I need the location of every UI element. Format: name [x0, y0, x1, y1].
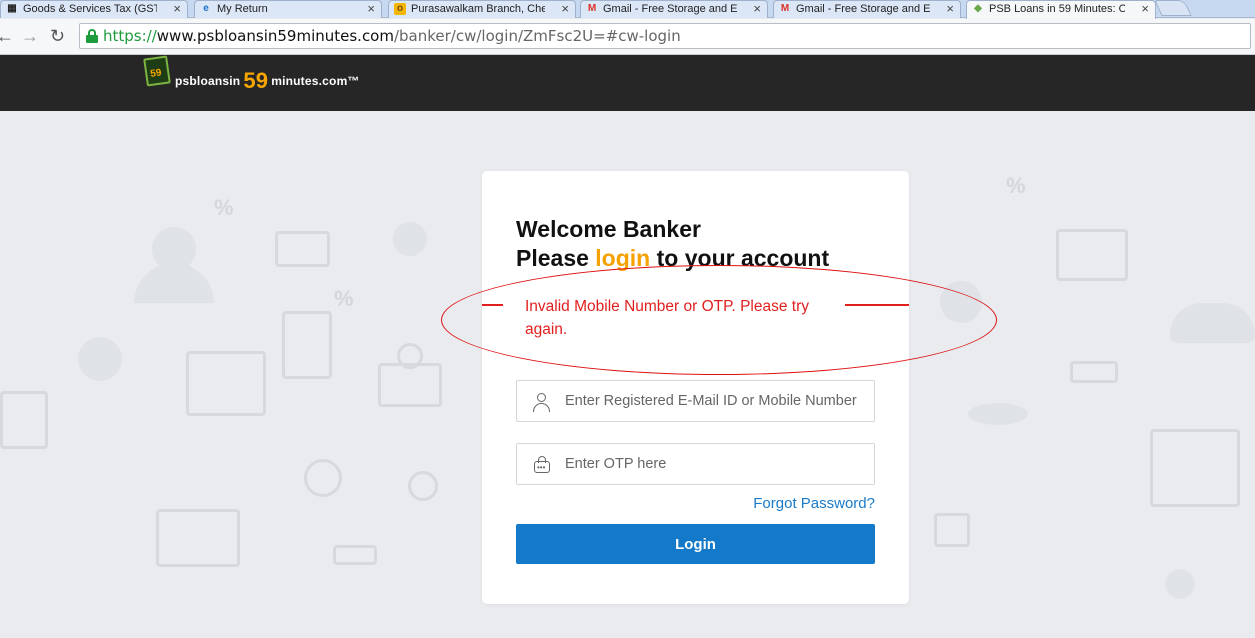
url-text[interactable]: https://www.psbloansin59minutes.com/bank…: [103, 27, 681, 45]
monitor-icon: [156, 509, 240, 567]
tab-close-icon[interactable]: ×: [946, 1, 954, 17]
wheel-icon: [304, 459, 342, 497]
site-header: 59 psbloansin 59 minutes.com™: [0, 55, 1255, 111]
login-heading: Welcome Banker Please login to your acco…: [516, 215, 829, 273]
lock-icon: [86, 29, 98, 43]
id-card-icon: [1056, 229, 1128, 281]
browser-tab-active[interactable]: ◆ PSB Loans in 59 Minutes: Onl ×: [966, 0, 1156, 19]
user-icon: [532, 392, 552, 412]
otp-field[interactable]: •••: [516, 443, 875, 485]
store-icon: [186, 351, 266, 416]
percent-icon: %: [214, 195, 234, 220]
tab-close-icon[interactable]: ×: [753, 1, 761, 17]
coin-icon: [940, 281, 982, 323]
coin-icon: [1165, 569, 1195, 599]
browser-tabstrip: ▦ Goods & Services Tax (GST) × e My Retu…: [0, 0, 1255, 19]
tab-close-icon[interactable]: ×: [1141, 1, 1149, 17]
logo-badge-icon: 59: [143, 55, 171, 87]
psb-favicon-icon: ◆: [974, 3, 982, 14]
gmail-favicon-icon: M: [780, 3, 790, 14]
browser-tab[interactable]: M Gmail - Free Storage and Ema ×: [580, 0, 768, 18]
url-path: /banker/cw/login/ZmFsc2U=#cw-login: [393, 27, 681, 45]
tab-title: My Return: [217, 3, 268, 15]
new-tab-button[interactable]: [1154, 0, 1192, 16]
address-bar[interactable]: https://www.psbloansin59minutes.com/bank…: [79, 23, 1251, 49]
pie-icon: [78, 337, 122, 381]
login-subtitle: Please login to your account: [516, 245, 830, 271]
document-icon: [282, 311, 332, 379]
moneybag-icon: [408, 471, 438, 501]
forgot-password-link[interactable]: Forgot Password?: [753, 495, 875, 512]
browser-tab[interactable]: M Gmail - Free Storage and Ema ×: [773, 0, 961, 18]
tab-title: Purasawalkam Branch, Chenn: [411, 3, 545, 15]
browser-tab[interactable]: e My Return ×: [194, 0, 382, 18]
login-card: Welcome Banker Please login to your acco…: [482, 171, 909, 604]
login-button[interactable]: Login: [516, 524, 875, 564]
username-input[interactable]: [565, 381, 865, 421]
percent-icon: %: [334, 286, 354, 311]
error-alert: Invalid Mobile Number or OTP. Please try…: [482, 283, 909, 343]
back-arrow-icon[interactable]: ←: [0, 26, 14, 46]
tab-close-icon[interactable]: ×: [173, 1, 181, 17]
house-icon: [1150, 429, 1240, 507]
gst-favicon-icon: ▦: [7, 3, 17, 14]
gmail-favicon-icon: M: [587, 3, 597, 14]
tab-close-icon[interactable]: ×: [561, 1, 569, 17]
coin-icon: [393, 222, 427, 256]
car-icon: [1170, 303, 1255, 343]
forward-arrow-icon[interactable]: →: [21, 26, 39, 46]
reload-icon[interactable]: ↻: [50, 26, 65, 46]
logo-wordmark: psbloansin 59 minutes.com™: [175, 68, 360, 93]
browser-tab[interactable]: ▦ Goods & Services Tax (GST) ×: [0, 0, 188, 18]
error-divider-left: [482, 304, 503, 306]
card-icon: [275, 231, 330, 267]
error-divider-right: [845, 304, 909, 306]
cash-icon: [1070, 361, 1118, 383]
bank-favicon-icon: o: [394, 3, 406, 15]
username-field[interactable]: [516, 380, 875, 422]
shopping-bag-icon: [934, 513, 970, 547]
chart-icon: [0, 391, 48, 449]
percent-icon: %: [1006, 173, 1026, 198]
tab-title: PSB Loans in 59 Minutes: Onl: [989, 3, 1125, 15]
cash-icon: [333, 545, 377, 565]
otp-input[interactable]: [565, 444, 865, 484]
tab-title: Goods & Services Tax (GST): [23, 3, 157, 15]
tab-close-icon[interactable]: ×: [367, 1, 375, 17]
url-host: www.psbloansin59minutes.com: [156, 27, 394, 45]
otp-lock-icon: •••: [532, 455, 552, 475]
tab-title: Gmail - Free Storage and Ema: [603, 3, 737, 15]
browser-tab[interactable]: o Purasawalkam Branch, Chenn ×: [388, 0, 576, 18]
ie-favicon-icon: e: [203, 3, 209, 14]
person-icon: [134, 263, 214, 303]
browser-toolbar: ← → ↻ https://www.psbloansin59minutes.co…: [0, 19, 1255, 55]
welcome-title: Welcome Banker: [516, 216, 701, 242]
error-message: Invalid Mobile Number or OTP. Please try…: [525, 298, 809, 338]
coin-icon: [397, 343, 423, 369]
bank-icon: [378, 363, 442, 407]
graduation-cap-icon: [968, 403, 1028, 425]
url-scheme: https://: [103, 27, 157, 45]
tab-title: Gmail - Free Storage and Ema: [796, 3, 930, 15]
